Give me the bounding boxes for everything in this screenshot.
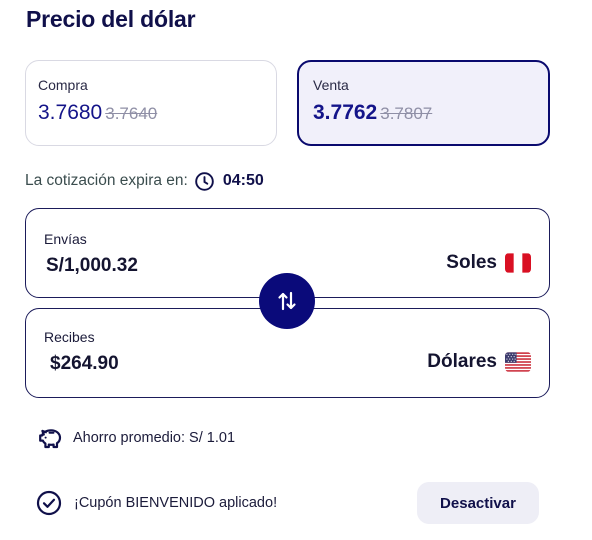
receive-label: Recibes [44, 329, 95, 345]
deactivate-coupon-button[interactable]: Desactivar [417, 482, 539, 524]
receive-currency-name: Dólares [427, 351, 497, 372]
usa-flag-icon [505, 352, 531, 372]
rate-card-buy[interactable]: Compra 3.7680 3.7640 [25, 60, 277, 146]
peru-flag-icon [505, 253, 531, 273]
send-currency-name: Soles [446, 252, 497, 273]
expiry-text: La cotización expira en: [25, 172, 188, 189]
rate-buy-label: Compra [38, 77, 88, 93]
page-title: Precio del dólar [26, 6, 196, 32]
rate-sell-values: 3.7762 3.7807 [313, 101, 534, 125]
receive-currency-selector[interactable]: Dólares [427, 351, 531, 373]
quote-expiry: La cotización expira en: 04:50 [25, 170, 264, 192]
receive-amount-input[interactable]: $264.90 [50, 353, 119, 375]
expiry-countdown: 04:50 [222, 172, 264, 189]
send-label: Envías [44, 231, 87, 247]
swap-arrows-icon [278, 291, 296, 311]
send-currency-selector[interactable]: Soles [446, 252, 531, 274]
rate-buy-values: 3.7680 3.7640 [38, 101, 264, 125]
rate-buy-current: 3.7680 [38, 101, 103, 124]
rate-buy-previous: 3.7640 [105, 104, 158, 123]
piggy-bank-icon [39, 429, 62, 449]
check-circle-icon [36, 490, 62, 516]
rate-sell-label: Venta [313, 77, 349, 93]
clock-icon [195, 171, 214, 191]
rate-sell-previous: 3.7807 [380, 104, 433, 123]
rate-sell-current: 3.7762 [313, 101, 378, 124]
coupon-status: ¡Cupón BIENVENIDO aplicado! [36, 490, 277, 516]
savings-text: Ahorro promedio: S/ 1.01 [73, 430, 236, 446]
average-savings: Ahorro promedio: S/ 1.01 [36, 426, 235, 450]
coupon-text: ¡Cupón BIENVENIDO aplicado! [74, 495, 278, 511]
rate-card-sell[interactable]: Venta 3.7762 3.7807 [297, 60, 550, 146]
send-amount-input[interactable]: S/1,000.32 [46, 255, 138, 277]
swap-currencies-button[interactable] [259, 273, 315, 329]
